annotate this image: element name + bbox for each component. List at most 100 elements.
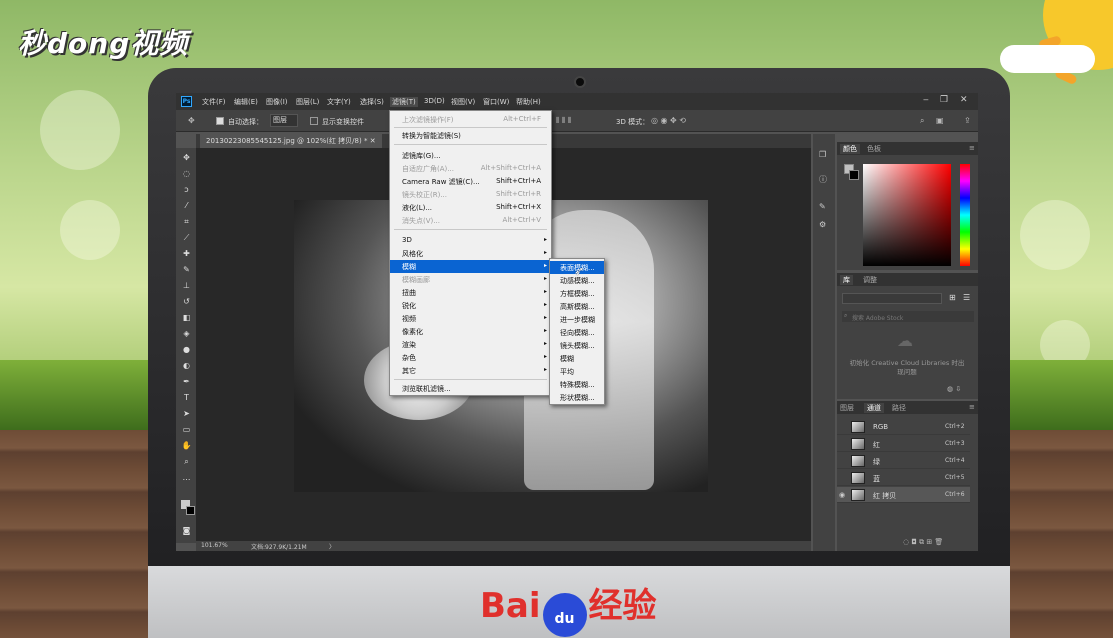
channel-row[interactable]: 红 Ctrl+3 (837, 436, 970, 452)
filter-menu-item[interactable]: 模糊画廊 ▸ (390, 273, 551, 286)
stock-search-input[interactable]: ⌕ 搜索 Adobe Stock (842, 311, 974, 322)
channel-row[interactable]: ◉ 红 拷贝 Ctrl+6 (837, 487, 970, 503)
tab-adjustments[interactable]: 调整 (863, 275, 877, 285)
menu-view[interactable]: 视图(V) (451, 97, 475, 107)
menu-select[interactable]: 选择(S) (360, 97, 384, 107)
eraser-tool-icon[interactable]: ◧ (181, 312, 192, 323)
zoom-level[interactable]: 101.67% (201, 542, 228, 549)
visibility-eye-icon[interactable] (839, 440, 847, 448)
restore-icon[interactable]: ❐ (940, 95, 948, 105)
blur-submenu-item[interactable]: 形状模糊... (550, 391, 604, 404)
color-field[interactable] (863, 164, 951, 266)
filter-menu-item[interactable]: 滤镜库(G)... (390, 149, 551, 162)
photoshop-app-icon[interactable]: Ps (181, 96, 192, 107)
panel-menu-icon[interactable]: ≡ (969, 144, 975, 152)
status-expand-icon[interactable]: 〉 (329, 542, 335, 551)
blur-submenu-item[interactable]: 高斯模糊... (550, 300, 604, 313)
visibility-eye-icon[interactable] (839, 474, 847, 482)
type-tool-icon[interactable]: T (181, 392, 192, 403)
channel-row[interactable]: RGB Ctrl+2 (837, 419, 970, 435)
pen-tool-icon[interactable]: ✒ (181, 376, 192, 387)
healing-brush-icon[interactable]: ✚ (181, 248, 192, 259)
filter-menu-item[interactable]: 扭曲 ▸ (390, 286, 551, 299)
filter-menu-item[interactable]: 3D ▸ (390, 234, 551, 247)
blur-submenu-item[interactable]: 模糊 (550, 352, 604, 365)
hue-slider[interactable] (960, 164, 970, 266)
menu-edit[interactable]: 编辑(E) (234, 97, 258, 107)
info-panel-icon[interactable]: ⓘ (819, 174, 829, 184)
3d-orbit-icons[interactable]: ◎ ◉ ✥ ⟲ (651, 116, 686, 125)
menu-3d[interactable]: 3D(D) (424, 97, 445, 105)
align-icons[interactable]: ⫴ ⫴ ⫴ (556, 116, 571, 126)
auto-select-checkbox[interactable] (216, 117, 224, 125)
filter-menu-item[interactable]: 风格化 ▸ (390, 247, 551, 260)
visibility-eye-icon[interactable] (839, 457, 847, 465)
filter-menu-item[interactable]: 镜头校正(R)... Shift+Ctrl+R (390, 188, 551, 201)
grid-view-icon[interactable]: ⊞ (949, 293, 956, 302)
filter-menu-item[interactable]: 视频 ▸ (390, 312, 551, 325)
filter-menu-item-blur[interactable]: 模糊 ▸ (390, 260, 551, 273)
move-tool-icon[interactable]: ✥ (188, 116, 195, 125)
tab-color[interactable]: 颜色 (840, 144, 860, 154)
menu-help[interactable]: 帮助(H) (516, 97, 541, 107)
library-dropdown[interactable] (842, 293, 942, 304)
auto-select-dropdown[interactable]: 图层 (270, 114, 298, 127)
filter-menu-item[interactable]: Camera Raw 滤镜(C)... Shift+Ctrl+A (390, 175, 551, 188)
filter-menu-item[interactable]: 浏览联机滤镜... (390, 382, 551, 395)
filter-menu-item[interactable]: 上次滤镜操作(F) Alt+Ctrl+F (390, 113, 551, 126)
path-select-icon[interactable]: ➤ (181, 408, 192, 419)
brush-tool-icon[interactable]: ✎ (181, 264, 192, 275)
blur-submenu-item[interactable]: 径向模糊... (550, 326, 604, 339)
filter-menu-item[interactable]: 消失点(V)... Alt+Ctrl+V (390, 214, 551, 227)
tab-swatches[interactable]: 色板 (867, 144, 881, 154)
menu-file[interactable]: 文件(F) (202, 97, 226, 107)
blur-submenu-item[interactable]: 特殊模糊... (550, 378, 604, 391)
blur-tool-icon[interactable]: ● (181, 344, 192, 355)
background-color-swatch[interactable] (186, 506, 195, 515)
blur-submenu-item[interactable]: 方框模糊... (550, 287, 604, 300)
share-icon[interactable]: ⇪ (964, 116, 971, 125)
filter-menu-item[interactable]: 渲染 ▸ (390, 338, 551, 351)
clone-stamp-icon[interactable]: ⊥ (181, 280, 192, 291)
menu-layer[interactable]: 图层(L) (296, 97, 319, 107)
blur-submenu-item[interactable]: 进一步模糊 (550, 313, 604, 326)
filter-menu-item[interactable]: 其它 ▸ (390, 364, 551, 377)
filter-menu-item[interactable]: 自适应广角(A)... Alt+Shift+Ctrl+A (390, 162, 551, 175)
menu-image[interactable]: 图像(I) (266, 97, 288, 107)
filter-menu-item[interactable]: 液化(L)... Shift+Ctrl+X (390, 201, 551, 214)
blur-submenu-item[interactable]: 镜头模糊... (550, 339, 604, 352)
tab-channels[interactable]: 通道 (864, 403, 884, 413)
filter-menu-item[interactable]: 转换为智能滤镜(S) (390, 129, 551, 142)
history-panel-icon[interactable]: ❒ (819, 150, 829, 160)
tab-layers[interactable]: 图层 (840, 403, 854, 413)
show-transform-checkbox[interactable] (310, 117, 318, 125)
visibility-eye-icon[interactable]: ◉ (839, 491, 847, 499)
close-tab-icon[interactable]: ✕ (370, 137, 376, 145)
move-tool-icon[interactable]: ✥ (181, 152, 192, 163)
background-swatch[interactable] (849, 170, 859, 180)
panel-menu-icon[interactable]: ≡ (969, 403, 975, 411)
rectangle-tool-icon[interactable]: ▭ (181, 424, 192, 435)
quick-select-icon[interactable]: ⁄ (181, 200, 192, 211)
zoom-tool-icon[interactable]: ⌕ (181, 456, 192, 467)
more-tools-icon[interactable]: … (181, 472, 192, 483)
minimize-icon[interactable]: ‒ (923, 95, 929, 105)
workspace-icon[interactable]: ▣ (936, 116, 944, 125)
visibility-eye-icon[interactable] (839, 423, 847, 431)
menu-filter[interactable]: 滤镜(T) (390, 97, 418, 107)
channel-row[interactable]: 蓝 Ctrl+5 (837, 470, 970, 486)
crop-tool-icon[interactable]: ⌗ (181, 216, 192, 227)
eyedropper-icon[interactable]: ⟋ (181, 232, 192, 243)
menu-window[interactable]: 窗口(W) (483, 97, 509, 107)
menu-type[interactable]: 文字(Y) (327, 97, 351, 107)
blur-submenu-item[interactable]: 平均 (550, 365, 604, 378)
filter-menu-item[interactable]: 锐化 ▸ (390, 299, 551, 312)
dodge-tool-icon[interactable]: ◐ (181, 360, 192, 371)
paint-bucket-icon[interactable]: ◈ (181, 328, 192, 339)
brush-panel-icon[interactable]: ✎ (819, 202, 829, 212)
filter-menu-item[interactable]: 杂色 ▸ (390, 351, 551, 364)
document-tab[interactable]: 20130223085545125.jpg @ 102%(红 拷贝/8) * ✕ (200, 134, 382, 148)
cc-icon[interactable]: ◍ ⇩ (947, 385, 961, 393)
filter-menu-item[interactable]: 像素化 ▸ (390, 325, 551, 338)
channel-row[interactable]: 绿 Ctrl+4 (837, 453, 970, 469)
